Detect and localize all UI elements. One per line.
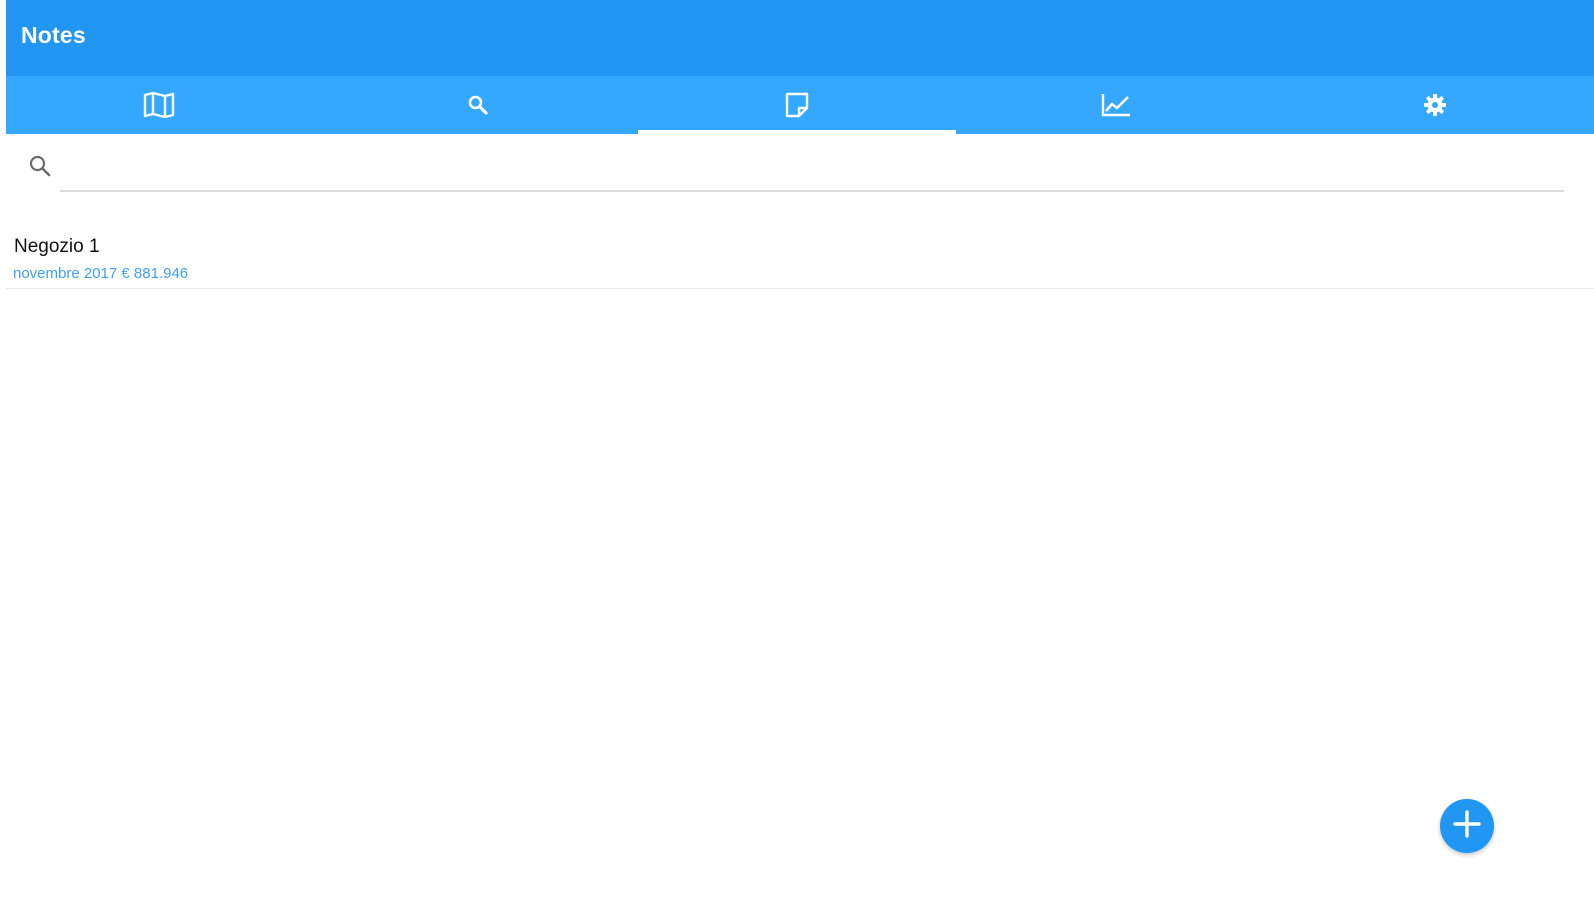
page-title: Notes bbox=[21, 22, 86, 48]
add-note-button[interactable] bbox=[1440, 799, 1494, 853]
tab-search[interactable] bbox=[319, 76, 638, 134]
gear-icon bbox=[1423, 93, 1447, 117]
note-subtitle: novembre 2017 € 881.946 bbox=[13, 265, 189, 282]
app-bar: Notes bbox=[0, 0, 1594, 76]
tab-chart[interactable] bbox=[956, 76, 1275, 134]
note-icon bbox=[784, 91, 810, 119]
list-item[interactable]: Negozio 1 novembre 2017 € 881.946 bbox=[6, 226, 1594, 289]
notes-list: Negozio 1 novembre 2017 € 881.946 bbox=[6, 226, 1594, 289]
tab-bar bbox=[0, 76, 1594, 134]
search-bar bbox=[6, 134, 1594, 198]
search-icon bbox=[28, 154, 52, 178]
app-root: Notes Negozio 1 novembre 2017 € 881.946 bbox=[0, 0, 1594, 900]
search-input[interactable] bbox=[60, 144, 1564, 192]
tab-notes[interactable] bbox=[637, 76, 957, 134]
tab-settings[interactable] bbox=[1275, 76, 1594, 134]
plus-icon bbox=[1452, 809, 1482, 844]
note-title: Negozio 1 bbox=[14, 236, 100, 257]
tab-map[interactable] bbox=[0, 76, 319, 134]
search-icon bbox=[467, 94, 489, 116]
chart-icon bbox=[1100, 92, 1132, 118]
map-icon bbox=[143, 91, 175, 119]
left-edge bbox=[0, 0, 6, 900]
